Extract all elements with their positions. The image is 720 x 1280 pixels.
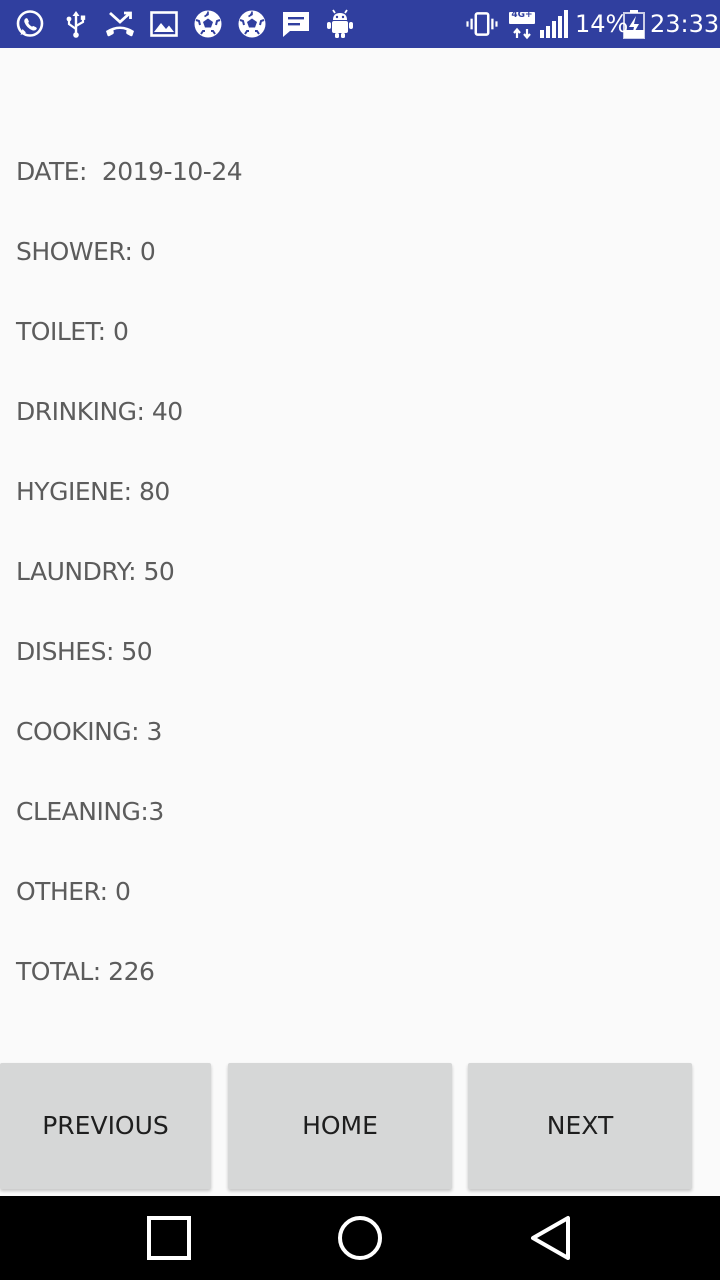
cleaning-label: CLEANING:3 [16, 797, 164, 826]
cooking-label: COOKING: 3 [16, 717, 162, 746]
total-label: TOTAL: 226 [16, 957, 155, 986]
other-label: OTHER: 0 [16, 877, 131, 906]
android-debug-icon [327, 9, 353, 38]
missed-call-icon [106, 11, 134, 37]
dishes-label: DISHES: 50 [16, 637, 153, 666]
home-icon[interactable] [332, 1210, 388, 1266]
drinking-label: DRINKING: 40 [16, 397, 183, 426]
usb-icon [66, 11, 86, 38]
date-label: DATE: 2019-10-24 [16, 157, 243, 186]
laundry-label: LAUNDRY: 50 [16, 557, 175, 586]
soccer-ball-icon [238, 10, 266, 38]
previous-button[interactable]: PREVIOUS [0, 1063, 211, 1189]
shower-label: SHOWER: 0 [16, 237, 156, 266]
message-icon [283, 12, 309, 37]
clock: 23:33 [650, 10, 720, 38]
status-bar: 4G+ 14% 23:33 [0, 0, 720, 48]
network-type-label: 4G+ [511, 10, 533, 20]
usage-record-view: DATE: 2019-10-24 SHOWER: 0 TOILET: 0 DRI… [0, 48, 720, 1062]
home-button[interactable]: HOME [228, 1063, 452, 1189]
next-button[interactable]: NEXT [468, 1063, 692, 1189]
whatsapp-icon [16, 10, 44, 37]
soccer-ball-icon [194, 10, 222, 38]
battery-charging-icon [623, 10, 645, 39]
vibrate-icon [466, 12, 498, 36]
signal-icon [540, 10, 568, 38]
toilet-label: TOILET: 0 [16, 317, 129, 346]
hygiene-label: HYGIENE: 80 [16, 477, 170, 506]
gallery-icon [150, 11, 178, 37]
recent-apps-icon[interactable] [141, 1210, 197, 1266]
navigation-bar [0, 1196, 720, 1280]
back-icon[interactable] [522, 1210, 578, 1266]
